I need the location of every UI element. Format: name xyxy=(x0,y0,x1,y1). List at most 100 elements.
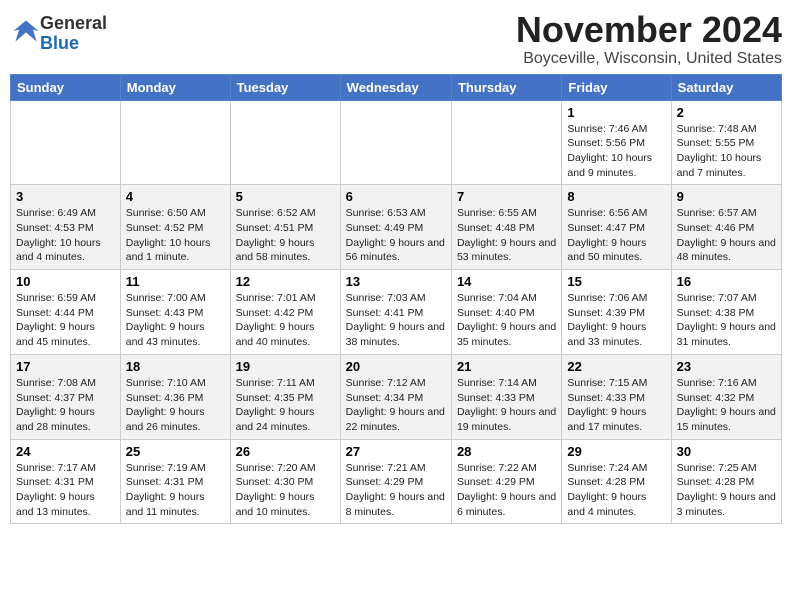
day-number: 4 xyxy=(126,189,225,204)
col-tuesday: Tuesday xyxy=(230,74,340,100)
day-info: Sunrise: 7:03 AMSunset: 4:41 PMDaylight:… xyxy=(346,291,446,350)
table-row: 11 Sunrise: 7:00 AMSunset: 4:43 PMDayligh… xyxy=(120,270,230,355)
table-row: 22Sunrise: 7:15 AMSunset: 4:33 PMDayligh… xyxy=(562,354,671,439)
day-info: Sunrise: 7:25 AMSunset: 4:28 PMDaylight:… xyxy=(677,461,776,520)
day-info: Sunrise: 7:11 AMSunset: 4:35 PMDaylight:… xyxy=(236,376,335,435)
day-number: 17 xyxy=(16,359,115,374)
day-info: Sunrise: 7:10 AMSunset: 4:36 PMDaylight:… xyxy=(126,376,225,435)
day-number: 21 xyxy=(457,359,556,374)
day-number: 2 xyxy=(677,105,776,120)
table-row: 14 Sunrise: 7:04 AMSunset: 4:40 PMDayligh… xyxy=(451,270,561,355)
table-row: 15Sunrise: 7:06 AMSunset: 4:39 PMDayligh… xyxy=(562,270,671,355)
col-saturday: Saturday xyxy=(671,74,781,100)
day-number: 18 xyxy=(126,359,225,374)
table-row: 20 Sunrise: 7:12 AMSunset: 4:34 PMDayligh… xyxy=(340,354,451,439)
day-number: 13 xyxy=(346,274,446,289)
day-number: 26 xyxy=(236,444,335,459)
calendar: Sunday Monday Tuesday Wednesday Thursday… xyxy=(10,74,782,525)
table-row: 5 Sunrise: 6:52 AMSunset: 4:51 PMDaylight… xyxy=(230,185,340,270)
day-number: 10 xyxy=(16,274,115,289)
table-row: 21 Sunrise: 7:14 AMSunset: 4:33 PMDayligh… xyxy=(451,354,561,439)
day-info: Sunrise: 7:21 AMSunset: 4:29 PMDaylight:… xyxy=(346,461,446,520)
day-number: 1 xyxy=(567,105,665,120)
table-row xyxy=(120,100,230,185)
day-info: Sunrise: 7:22 AMSunset: 4:29 PMDaylight:… xyxy=(457,461,556,520)
table-row: 13 Sunrise: 7:03 AMSunset: 4:41 PMDayligh… xyxy=(340,270,451,355)
location-title: Boyceville, Wisconsin, United States xyxy=(516,50,782,68)
table-row: 2 Sunrise: 7:48 AMSunset: 5:55 PMDaylight… xyxy=(671,100,781,185)
day-number: 5 xyxy=(236,189,335,204)
table-row: 7Sunrise: 6:55 AMSunset: 4:48 PMDaylight… xyxy=(451,185,561,270)
table-row xyxy=(340,100,451,185)
day-info: Sunrise: 7:24 AMSunset: 4:28 PMDaylight:… xyxy=(567,461,665,520)
day-number: 29 xyxy=(567,444,665,459)
table-row: 23 Sunrise: 7:16 AMSunset: 4:32 PMDayligh… xyxy=(671,354,781,439)
logo-blue-text: Blue xyxy=(40,33,79,53)
day-info: Sunrise: 6:49 AMSunset: 4:53 PMDaylight:… xyxy=(16,206,115,265)
day-number: 7 xyxy=(457,189,556,204)
day-number: 28 xyxy=(457,444,556,459)
table-row: 4 Sunrise: 6:50 AMSunset: 4:52 PMDaylight… xyxy=(120,185,230,270)
day-info: Sunrise: 6:52 AMSunset: 4:51 PMDaylight:… xyxy=(236,206,335,265)
day-number: 16 xyxy=(677,274,776,289)
table-row: 25Sunrise: 7:19 AMSunset: 4:31 PMDayligh… xyxy=(120,439,230,524)
day-info: Sunrise: 7:04 AMSunset: 4:40 PMDaylight:… xyxy=(457,291,556,350)
day-number: 14 xyxy=(457,274,556,289)
day-number: 24 xyxy=(16,444,115,459)
table-row: 28 Sunrise: 7:22 AMSunset: 4:29 PMDayligh… xyxy=(451,439,561,524)
table-row xyxy=(11,100,121,185)
day-number: 15 xyxy=(567,274,665,289)
day-info: Sunrise: 7:48 AMSunset: 5:55 PMDaylight:… xyxy=(677,122,776,181)
table-row: 8 Sunrise: 6:56 AMSunset: 4:47 PMDaylight… xyxy=(562,185,671,270)
day-number: 20 xyxy=(346,359,446,374)
month-title: November 2024 xyxy=(516,10,782,50)
table-row: 9Sunrise: 6:57 AMSunset: 4:46 PMDaylight… xyxy=(671,185,781,270)
logo-bird-icon xyxy=(12,17,40,45)
day-number: 25 xyxy=(126,444,225,459)
table-row: 16 Sunrise: 7:07 AMSunset: 4:38 PMDayligh… xyxy=(671,270,781,355)
day-info: Sunrise: 7:15 AMSunset: 4:33 PMDaylight:… xyxy=(567,376,665,435)
day-info: Sunrise: 6:56 AMSunset: 4:47 PMDaylight:… xyxy=(567,206,665,265)
day-number: 12 xyxy=(236,274,335,289)
day-number: 19 xyxy=(236,359,335,374)
col-thursday: Thursday xyxy=(451,74,561,100)
day-info: Sunrise: 7:08 AMSunset: 4:37 PMDaylight:… xyxy=(16,376,115,435)
day-number: 30 xyxy=(677,444,776,459)
logo: General Blue xyxy=(10,14,107,54)
day-number: 8 xyxy=(567,189,665,204)
table-row xyxy=(230,100,340,185)
day-number: 9 xyxy=(677,189,776,204)
col-wednesday: Wednesday xyxy=(340,74,451,100)
day-info: Sunrise: 7:14 AMSunset: 4:33 PMDaylight:… xyxy=(457,376,556,435)
header: General Blue November 2024 Boyceville, W… xyxy=(10,10,782,68)
table-row: 1 Sunrise: 7:46 AMSunset: 5:56 PMDaylight… xyxy=(562,100,671,185)
day-info: Sunrise: 7:00 AMSunset: 4:43 PMDaylight:… xyxy=(126,291,225,350)
table-row: 17 Sunrise: 7:08 AMSunset: 4:37 PMDayligh… xyxy=(11,354,121,439)
title-block: November 2024 Boyceville, Wisconsin, Uni… xyxy=(516,10,782,68)
day-info: Sunrise: 7:17 AMSunset: 4:31 PMDaylight:… xyxy=(16,461,115,520)
table-row: 30 Sunrise: 7:25 AMSunset: 4:28 PMDayligh… xyxy=(671,439,781,524)
day-number: 11 xyxy=(126,274,225,289)
day-info: Sunrise: 7:46 AMSunset: 5:56 PMDaylight:… xyxy=(567,122,665,181)
table-row: 10 Sunrise: 6:59 AMSunset: 4:44 PMDayligh… xyxy=(11,270,121,355)
table-row: 3 Sunrise: 6:49 AMSunset: 4:53 PMDaylight… xyxy=(11,185,121,270)
day-info: Sunrise: 7:12 AMSunset: 4:34 PMDaylight:… xyxy=(346,376,446,435)
day-number: 3 xyxy=(16,189,115,204)
table-row xyxy=(451,100,561,185)
table-row: 19 Sunrise: 7:11 AMSunset: 4:35 PMDayligh… xyxy=(230,354,340,439)
calendar-header-row: Sunday Monday Tuesday Wednesday Thursday… xyxy=(11,74,782,100)
day-number: 6 xyxy=(346,189,446,204)
day-info: Sunrise: 7:16 AMSunset: 4:32 PMDaylight:… xyxy=(677,376,776,435)
day-info: Sunrise: 7:07 AMSunset: 4:38 PMDaylight:… xyxy=(677,291,776,350)
day-info: Sunrise: 7:20 AMSunset: 4:30 PMDaylight:… xyxy=(236,461,335,520)
table-row: 12 Sunrise: 7:01 AMSunset: 4:42 PMDayligh… xyxy=(230,270,340,355)
col-monday: Monday xyxy=(120,74,230,100)
day-info: Sunrise: 6:59 AMSunset: 4:44 PMDaylight:… xyxy=(16,291,115,350)
logo-general-text: General xyxy=(40,13,107,33)
day-info: Sunrise: 7:01 AMSunset: 4:42 PMDaylight:… xyxy=(236,291,335,350)
table-row: 24 Sunrise: 7:17 AMSunset: 4:31 PMDayligh… xyxy=(11,439,121,524)
day-number: 23 xyxy=(677,359,776,374)
col-sunday: Sunday xyxy=(11,74,121,100)
table-row: 27Sunrise: 7:21 AMSunset: 4:29 PMDayligh… xyxy=(340,439,451,524)
day-info: Sunrise: 6:50 AMSunset: 4:52 PMDaylight:… xyxy=(126,206,225,265)
